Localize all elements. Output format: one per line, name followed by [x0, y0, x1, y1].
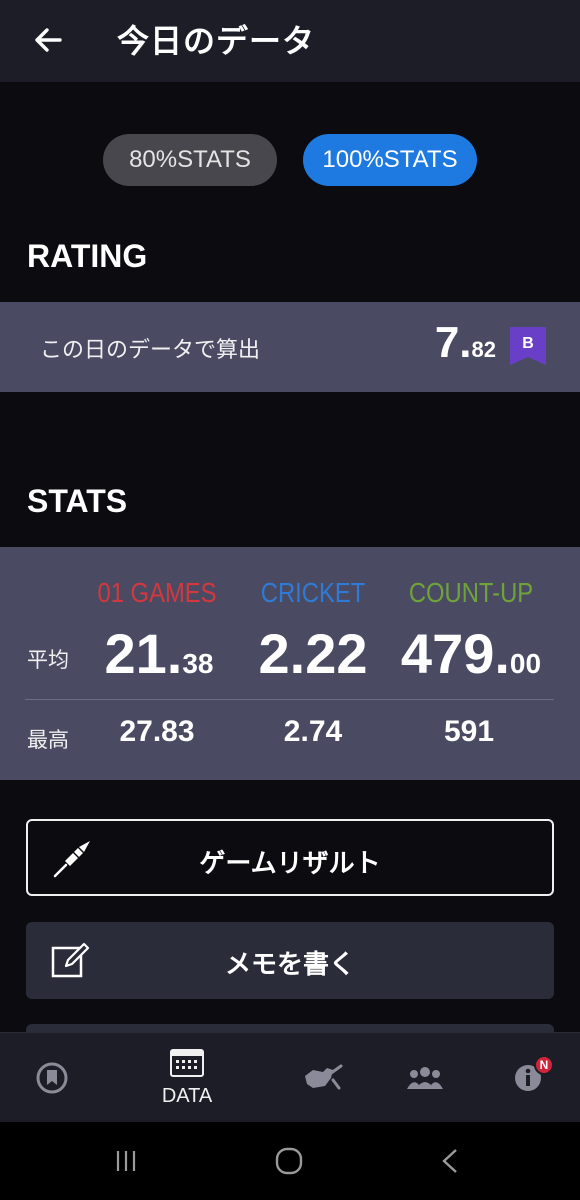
back-button[interactable]: [28, 20, 68, 60]
rating-label: この日のデータで算出: [40, 338, 261, 363]
average-cricket-value: 2.22: [258, 622, 368, 685]
nav-home[interactable]: [0, 1033, 110, 1123]
average-01-games: 21.38: [74, 621, 244, 686]
rating-value-dec: 82: [471, 337, 496, 362]
rating-value-int: 7.: [434, 318, 472, 367]
average-label: 平均: [27, 648, 69, 672]
rank-badge-icon: B: [510, 327, 546, 365]
column-count-up: COUNT-UP: [408, 577, 534, 608]
rating-value: 7.82: [435, 318, 496, 368]
stats-panel: 01 GAMES CRICKET COUNT-UP 平均 21.38 2.22 …: [0, 547, 580, 780]
average-countup-int: 479.: [400, 622, 510, 685]
nav-darts[interactable]: [265, 1033, 381, 1123]
bottom-nav: DATA N: [0, 1032, 580, 1122]
nav-data[interactable]: DATA: [129, 1033, 245, 1123]
arrow-left-icon: [35, 28, 62, 52]
write-memo-button[interactable]: メモを書く: [26, 922, 554, 999]
toggle-80-stats[interactable]: 80%STATS: [103, 134, 277, 186]
max-count-up: 591: [443, 715, 495, 748]
stats-section-title: STATS: [27, 483, 128, 519]
back-icon: [442, 1149, 457, 1173]
column-cricket: CRICKET: [260, 577, 366, 608]
page-title: 今日のデータ: [117, 22, 316, 60]
average-01-dec: 38: [182, 648, 214, 679]
max-cricket: 2.74: [283, 715, 343, 748]
nav-friends[interactable]: [367, 1033, 483, 1123]
recent-apps-icon: [116, 1151, 136, 1171]
system-navigation-bar: [0, 1122, 580, 1200]
nav-info[interactable]: N: [470, 1033, 580, 1123]
top-bar: 今日のデータ: [0, 0, 580, 82]
system-back-button[interactable]: [430, 1146, 470, 1176]
max-label: 最高: [27, 728, 69, 752]
max-01-games: 27.83: [119, 715, 195, 748]
toggle-100-stats[interactable]: 100%STATS: [303, 134, 477, 186]
nav-data-label: DATA: [161, 1084, 213, 1107]
calendar-icon: [170, 1048, 204, 1077]
recent-apps-button[interactable]: [106, 1146, 146, 1176]
stats-divider: [25, 699, 554, 700]
home-icon: [275, 1147, 303, 1175]
game-result-button[interactable]: ゲームリザルト: [26, 819, 554, 896]
write-memo-label: メモを書く: [224, 950, 355, 980]
game-result-label: ゲームリザルト: [199, 849, 381, 879]
friends-icon: [407, 1067, 443, 1089]
column-01-games: 01 GAMES: [97, 577, 217, 608]
average-cricket: 2.22: [228, 621, 398, 686]
home-button[interactable]: [269, 1146, 309, 1176]
stats-toggle: 80%STATS 100%STATS: [0, 134, 580, 186]
rank-letter: B: [522, 335, 534, 352]
average-01-int: 21.: [104, 622, 183, 685]
average-countup-dec: 00: [509, 648, 542, 679]
average-count-up: 479.00: [386, 621, 556, 686]
rating-section-title: RATING: [27, 238, 148, 274]
notification-badge: N: [534, 1055, 554, 1075]
rating-panel: この日のデータで算出 7.82: [0, 302, 580, 392]
home-badge-icon: [36, 1062, 68, 1094]
darts-hand-icon: [305, 1064, 343, 1090]
